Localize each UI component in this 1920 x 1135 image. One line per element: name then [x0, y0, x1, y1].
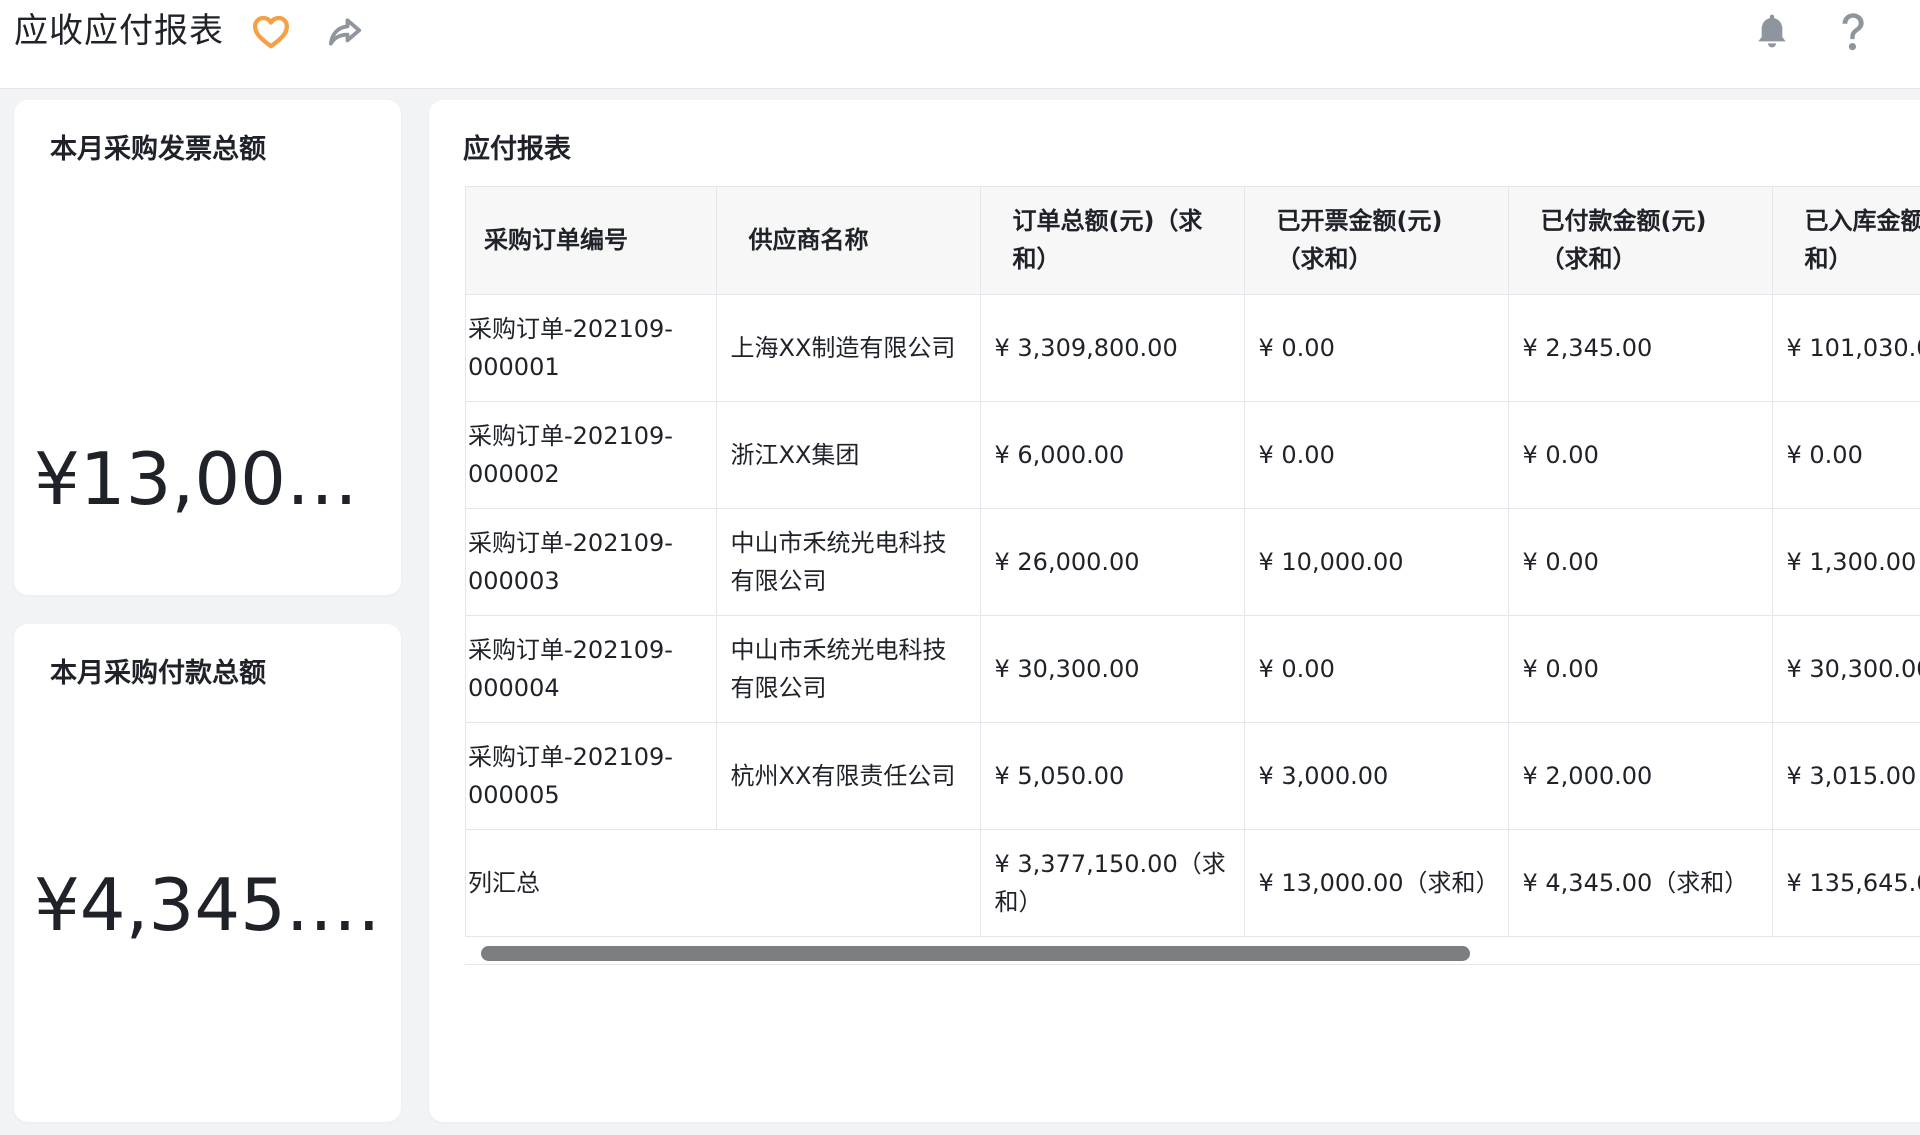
- kpi-title: 本月采购付款总额: [50, 658, 266, 689]
- help-icon[interactable]: [1834, 8, 1872, 54]
- cell-order-no: 采购订单-202109-000003: [466, 508, 717, 616]
- cell-received: ¥ 101,030.00: [1772, 294, 1920, 402]
- kpi-title: 本月采购发票总额: [50, 134, 266, 165]
- table-row: 采购订单-202109-000003 中山市禾统光电科技有限公司 ¥ 26,00…: [466, 508, 1920, 616]
- payable-table-viewport[interactable]: 采购订单编号 供应商名称 订单总额(元)（求和） 已开票金额(元)（求和） 已付…: [465, 186, 1920, 966]
- cell-order-total: ¥ 6,000.00: [980, 401, 1245, 509]
- column-header-received[interactable]: 已入库金额(元)（求和）: [1772, 187, 1920, 295]
- cell-received: ¥ 30,300.00: [1772, 615, 1920, 723]
- column-header-order-no[interactable]: 采购订单编号: [466, 187, 717, 295]
- summary-label: 列汇总: [466, 829, 981, 937]
- column-header-paid[interactable]: 已付款金额(元)（求和）: [1508, 187, 1773, 295]
- cell-supplier: 上海XX制造有限公司: [716, 294, 981, 402]
- column-header-supplier[interactable]: 供应商名称: [716, 187, 981, 295]
- table-row: 采购订单-202109-000005 杭州XX有限责任公司 ¥ 5,050.00…: [466, 722, 1920, 830]
- cell-paid: ¥ 2,000.00: [1508, 722, 1773, 830]
- column-header-invoiced[interactable]: 已开票金额(元)（求和）: [1244, 187, 1509, 295]
- heart-icon[interactable]: [251, 12, 291, 52]
- share-icon[interactable]: [325, 12, 365, 52]
- top-header: 应收应付报表: [0, 0, 1920, 89]
- cell-paid: ¥ 2,345.00: [1508, 294, 1773, 402]
- cell-order-no: 采购订单-202109-000005: [466, 722, 717, 830]
- cell-order-total: ¥ 5,050.00: [980, 722, 1245, 830]
- horizontal-scrollbar[interactable]: [465, 937, 1920, 965]
- summary-invoiced: ¥ 13,000.00（求和）: [1244, 829, 1509, 937]
- kpi-value: ¥4,345.00: [34, 863, 401, 947]
- bell-icon[interactable]: [1752, 10, 1792, 52]
- table-row: 采购订单-202109-000001 上海XX制造有限公司 ¥ 3,309,80…: [466, 294, 1920, 402]
- table-header-row: 采购订单编号 供应商名称 订单总额(元)（求和） 已开票金额(元)（求和） 已付…: [466, 187, 1920, 295]
- cell-paid: ¥ 0.00: [1508, 401, 1773, 509]
- cell-order-no: 采购订单-202109-000002: [466, 401, 717, 509]
- table-row: 采购订单-202109-000004 中山市禾统光电科技有限公司 ¥ 30,30…: [466, 615, 1920, 723]
- cell-order-total: ¥ 26,000.00: [980, 508, 1245, 616]
- cell-invoiced: ¥ 10,000.00: [1244, 508, 1509, 616]
- summary-received: ¥ 135,645.00（求和）: [1772, 829, 1920, 937]
- cell-supplier: 杭州XX有限责任公司: [716, 722, 981, 830]
- kpi-card-payment-total: 本月采购付款总额 ¥4,345.00: [14, 624, 401, 1122]
- cell-supplier: 中山市禾统光电科技有限公司: [716, 508, 981, 616]
- cell-invoiced: ¥ 0.00: [1244, 294, 1509, 402]
- cell-paid: ¥ 0.00: [1508, 615, 1773, 723]
- kpi-value: ¥13,000....: [34, 437, 401, 521]
- payable-report-card: 应付报表 采购订单编号 供应商名称 订单总额(元)（求和） 已开票金额(元)（求…: [429, 100, 1920, 1122]
- summary-paid: ¥ 4,345.00（求和）: [1508, 829, 1773, 937]
- table-row: 采购订单-202109-000002 浙江XX集团 ¥ 6,000.00 ¥ 0…: [466, 401, 1920, 509]
- cell-order-no: 采购订单-202109-000001: [466, 294, 717, 402]
- cell-invoiced: ¥ 3,000.00: [1244, 722, 1509, 830]
- cell-received: ¥ 1,300.00: [1772, 508, 1920, 616]
- cell-invoiced: ¥ 0.00: [1244, 401, 1509, 509]
- scrollbar-thumb[interactable]: [481, 946, 1470, 961]
- cell-supplier: 中山市禾统光电科技有限公司: [716, 615, 981, 723]
- page-title: 应收应付报表: [14, 11, 224, 51]
- table-summary-row: 列汇总 ¥ 3,377,150.00（求和） ¥ 13,000.00（求和） ¥…: [466, 829, 1920, 937]
- column-header-order-total[interactable]: 订单总额(元)（求和）: [980, 187, 1245, 295]
- cell-order-no: 采购订单-202109-000004: [466, 615, 717, 723]
- cell-supplier: 浙江XX集团: [716, 401, 981, 509]
- cell-received: ¥ 3,015.00: [1772, 722, 1920, 830]
- cell-invoiced: ¥ 0.00: [1244, 615, 1509, 723]
- summary-order-total: ¥ 3,377,150.00（求和）: [980, 829, 1245, 937]
- cell-order-total: ¥ 30,300.00: [980, 615, 1245, 723]
- cell-order-total: ¥ 3,309,800.00: [980, 294, 1245, 402]
- kpi-card-invoice-total: 本月采购发票总额 ¥13,000....: [14, 100, 401, 595]
- cell-paid: ¥ 0.00: [1508, 508, 1773, 616]
- table-title: 应付报表: [463, 134, 571, 165]
- payable-table: 采购订单编号 供应商名称 订单总额(元)（求和） 已开票金额(元)（求和） 已付…: [466, 187, 1920, 937]
- cell-received: ¥ 0.00: [1772, 401, 1920, 509]
